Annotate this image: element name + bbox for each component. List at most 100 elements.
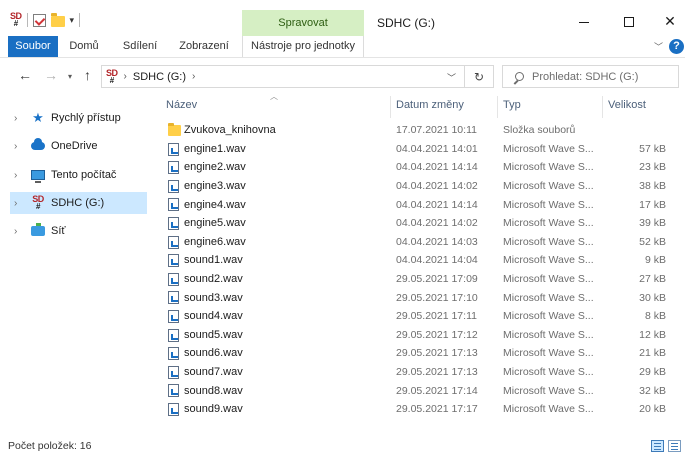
help-icon[interactable]: ? <box>669 39 684 54</box>
file-type: Microsoft Wave S... <box>503 217 594 230</box>
file-row[interactable]: sound5.wav 29.05.2021 17:12 Microsoft Wave… <box>162 326 672 345</box>
file-row[interactable]: engine4.wav 04.04.2021 14:14 Microsoft Wav… <box>162 195 672 214</box>
expand-chevron-icon[interactable]: › <box>10 113 28 124</box>
tab-home[interactable]: Domů <box>64 36 104 57</box>
recent-locations-icon[interactable]: ▾ <box>68 72 72 81</box>
wav-icon <box>168 161 179 175</box>
file-name: engine3.wav <box>184 180 246 193</box>
file-date: 04.04.2021 14:04 <box>396 254 478 267</box>
breadcrumb-sdhc[interactable]: SDHC (G:) <box>133 71 186 83</box>
file-row[interactable]: sound7.wav 29.05.2021 17:13 Microsoft Wave… <box>162 363 672 382</box>
file-row[interactable]: engine6.wav 04.04.2021 14:03 Microsoft Wav… <box>162 233 672 252</box>
column-divider[interactable] <box>602 96 603 118</box>
up-button[interactable]: ↑ <box>84 67 91 83</box>
breadcrumb-chevron-icon[interactable]: › <box>124 71 127 82</box>
file-row[interactable]: sound4.wav 29.05.2021 17:11 Microsoft Wave… <box>162 307 672 326</box>
file-size: 32 kB <box>639 384 666 397</box>
file-size: 8 kB <box>644 310 666 323</box>
large-icons-view-button[interactable] <box>668 440 681 452</box>
refresh-button[interactable]: ↻ <box>465 65 494 88</box>
sidebar-item-onedrive[interactable]: › OneDrive <box>10 135 147 157</box>
column-divider[interactable] <box>497 96 498 118</box>
file-row[interactable]: engine2.wav 04.04.2021 14:14 Microsoft Wav… <box>162 158 672 177</box>
file-name: sound5.wav <box>184 328 243 341</box>
file-row[interactable]: engine3.wav 04.04.2021 14:02 Microsoft Wav… <box>162 177 672 196</box>
file-row[interactable]: engine5.wav 04.04.2021 14:02 Microsoft Wav… <box>162 214 672 233</box>
file-row[interactable]: sound3.wav 29.05.2021 17:10 Microsoft Wave… <box>162 288 672 307</box>
expand-chevron-icon[interactable]: › <box>10 226 28 237</box>
file-date: 29.05.2021 17:14 <box>396 384 478 397</box>
address-bar[interactable]: SD # › SDHC (G:) › ﹀ <box>101 65 465 88</box>
file-type: Microsoft Wave S... <box>503 310 594 323</box>
file-name: engine5.wav <box>184 217 246 230</box>
sidebar-item-label: SDHC (G:) <box>51 197 105 209</box>
file-date: 29.05.2021 17:11 <box>396 310 477 323</box>
file-date: 29.05.2021 17:12 <box>396 328 478 341</box>
minimize-button[interactable] <box>562 8 606 34</box>
close-button[interactable]: ✕ <box>648 8 685 34</box>
file-row[interactable]: engine1.wav 04.04.2021 14:01 Microsoft Wav… <box>162 140 672 159</box>
sd-logo-hash: # <box>109 75 114 85</box>
sidebar-item-network[interactable]: › Síť <box>10 220 147 242</box>
folder-icon <box>168 123 181 136</box>
file-date: 04.04.2021 14:14 <box>396 198 478 211</box>
file-size: 52 kB <box>639 235 666 248</box>
sidebar-item-sdhc[interactable]: › SD # SDHC (G:) <box>10 192 147 214</box>
file-row[interactable]: sound1.wav 04.04.2021 14:04 Microsoft Wave… <box>162 251 672 270</box>
file-size: 23 kB <box>639 161 666 174</box>
tab-share[interactable]: Sdílení <box>116 36 164 57</box>
search-input[interactable]: Prohledat: SDHC (G:) <box>502 65 679 88</box>
column-divider[interactable] <box>390 96 391 118</box>
column-header-name[interactable]: Název <box>166 99 197 111</box>
new-folder-icon[interactable] <box>50 12 65 27</box>
sd-logo: SD # <box>32 195 44 211</box>
file-row[interactable]: Zvukova_knihovna 17.07.2021 10:11 Složka s… <box>162 121 672 140</box>
context-tab-manage[interactable]: Spravovat <box>242 10 364 36</box>
tab-drive-tools[interactable]: Nástroje pro jednotky <box>242 36 364 57</box>
file-size: 20 kB <box>639 403 666 416</box>
forward-button[interactable]: → <box>44 67 58 83</box>
file-date: 29.05.2021 17:10 <box>396 291 478 304</box>
sidebar-item-quick-access[interactable]: › ★ Rychlý přístup <box>10 107 147 129</box>
file-name: sound6.wav <box>184 347 243 360</box>
sidebar-item-this-pc[interactable]: › Tento počítač <box>10 164 147 186</box>
file-row[interactable]: sound8.wav 29.05.2021 17:14 Microsoft Wave… <box>162 381 672 400</box>
file-type: Microsoft Wave S... <box>503 198 594 211</box>
file-type: Microsoft Wave S... <box>503 161 594 174</box>
details-view-button[interactable] <box>651 440 664 452</box>
sd-card-icon[interactable]: SD # <box>10 12 22 28</box>
properties-icon[interactable] <box>32 13 46 27</box>
expand-chevron-icon[interactable]: › <box>10 170 28 181</box>
customize-toolbar-icon[interactable]: ▾ <box>70 15 75 26</box>
file-name: engine2.wav <box>184 161 246 174</box>
maximize-button[interactable] <box>607 8 651 34</box>
file-type: Microsoft Wave S... <box>503 142 594 155</box>
column-header-size[interactable]: Velikost <box>608 99 646 111</box>
file-row[interactable]: sound2.wav 29.05.2021 17:09 Microsoft Wave… <box>162 270 672 289</box>
sidebar-item-label: Síť <box>51 225 66 237</box>
file-name: sound1.wav <box>184 254 243 267</box>
file-row[interactable]: sound6.wav 29.05.2021 17:13 Microsoft Wave… <box>162 344 672 363</box>
file-size: 57 kB <box>639 142 666 155</box>
breadcrumb-chevron-icon[interactable]: › <box>192 71 195 82</box>
file-row[interactable]: sound9.wav 29.05.2021 17:17 Microsoft Wave… <box>162 400 672 419</box>
column-header-date[interactable]: Datum změny <box>396 99 464 111</box>
cloud-icon <box>28 138 48 150</box>
address-history-icon[interactable]: ﹀ <box>447 71 456 84</box>
column-header-type[interactable]: Typ <box>503 99 521 111</box>
file-type: Microsoft Wave S... <box>503 403 594 416</box>
file-name: sound4.wav <box>184 310 243 323</box>
expand-chevron-icon[interactable]: › <box>10 198 28 209</box>
file-name: sound7.wav <box>184 366 243 379</box>
file-size: 17 kB <box>639 198 666 211</box>
tab-file[interactable]: Soubor <box>8 36 58 57</box>
expand-ribbon-icon[interactable]: ﹀ <box>654 40 663 53</box>
expand-chevron-icon[interactable]: › <box>10 141 28 152</box>
file-name: engine6.wav <box>184 235 246 248</box>
file-type: Microsoft Wave S... <box>503 254 594 267</box>
sidebar-item-label: Rychlý přístup <box>51 112 121 124</box>
search-placeholder: Prohledat: SDHC (G:) <box>532 70 639 83</box>
tab-view[interactable]: Zobrazení <box>174 36 234 57</box>
wav-icon <box>168 142 179 156</box>
back-button[interactable]: ← <box>18 67 32 83</box>
